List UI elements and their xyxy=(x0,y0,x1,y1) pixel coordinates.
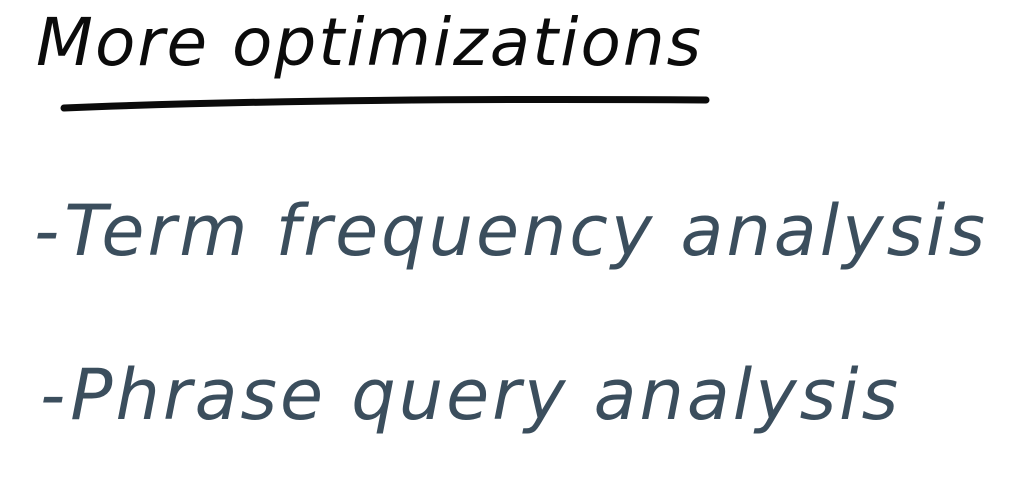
bullet-item: -Term frequency analysis xyxy=(34,196,988,266)
title-underline xyxy=(60,95,710,112)
bullet-text: Phrase query analysis xyxy=(70,354,902,436)
bullet-item: -Phrase query analysis xyxy=(40,360,901,430)
slide: More optimizations -Term frequency analy… xyxy=(0,0,1024,484)
bullet-text: Term frequency analysis xyxy=(64,190,988,272)
bullet-marker: - xyxy=(40,354,69,436)
bullet-marker: - xyxy=(34,190,63,272)
slide-title: More optimizations xyxy=(36,4,704,81)
